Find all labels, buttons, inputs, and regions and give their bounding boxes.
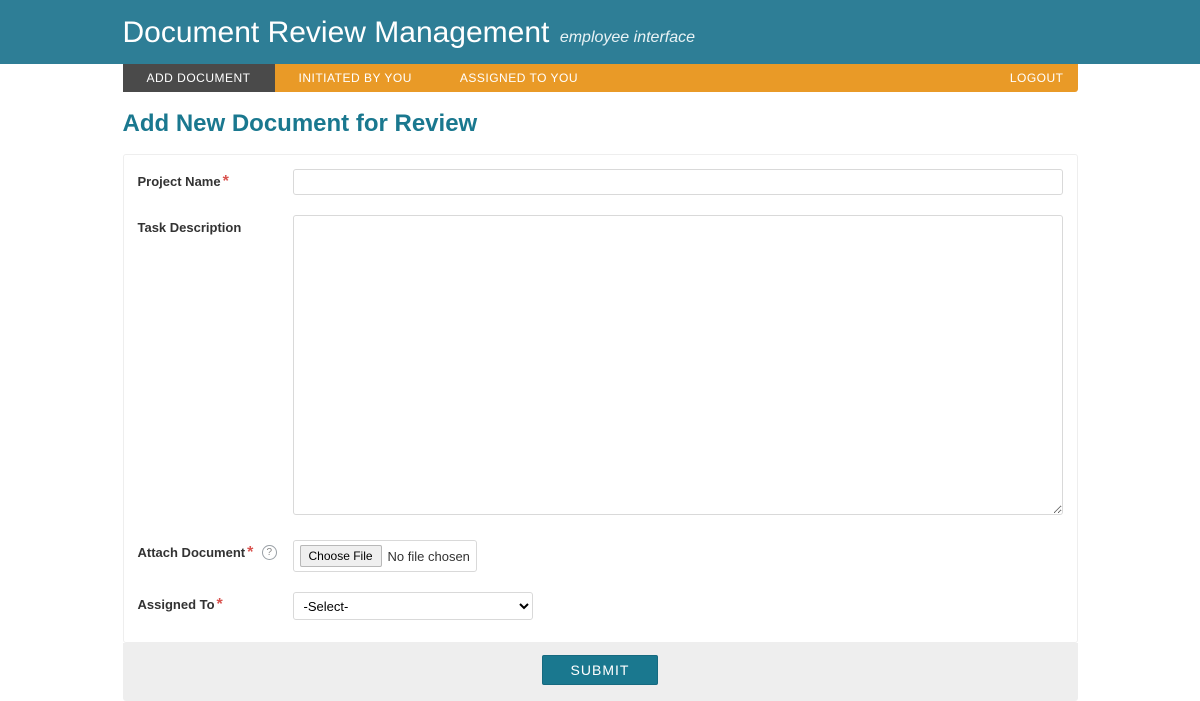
submit-bar: SUBMIT (123, 643, 1078, 701)
input-task-description[interactable] (293, 215, 1063, 515)
label-task-description: Task Description (138, 220, 242, 235)
select-assigned-to[interactable]: -Select- (293, 592, 533, 620)
label-attach-document: Attach Document (138, 545, 246, 560)
label-project-name: Project Name (138, 174, 221, 189)
row-assigned-to: Assigned To* -Select- (138, 592, 1063, 620)
file-status-text: No file chosen (388, 549, 470, 564)
row-task-description: Task Description (138, 215, 1063, 520)
nav-add-document[interactable]: ADD DOCUMENT (123, 64, 275, 92)
row-project-name: Project Name* (138, 169, 1063, 195)
required-icon: * (223, 173, 229, 190)
label-assigned-to: Assigned To (138, 597, 215, 612)
input-project-name[interactable] (293, 169, 1063, 195)
file-input-wrap[interactable]: Choose File No file chosen (293, 540, 477, 572)
app-subtitle: employee interface (560, 29, 695, 46)
page-title: Add New Document for Review (123, 110, 1078, 138)
row-attach-document: Attach Document* ? Choose File No file c… (138, 540, 1063, 572)
required-icon: * (217, 596, 223, 613)
required-icon: * (247, 544, 253, 561)
choose-file-button[interactable]: Choose File (300, 545, 382, 567)
nav-logout[interactable]: LOGOUT (1010, 71, 1064, 85)
header-bar: Document Review Management employee inte… (0, 0, 1200, 64)
form-area: Project Name* Task Description Attach Do… (123, 154, 1078, 643)
nav-assigned-to-you[interactable]: ASSIGNED TO YOU (436, 64, 602, 92)
app-title: Document Review Management (123, 16, 550, 49)
help-icon[interactable]: ? (262, 545, 277, 560)
nav-bar: ADD DOCUMENT INITIATED BY YOU ASSIGNED T… (123, 64, 1078, 92)
submit-button[interactable]: SUBMIT (542, 655, 659, 685)
nav-initiated-by-you[interactable]: INITIATED BY YOU (275, 64, 436, 92)
